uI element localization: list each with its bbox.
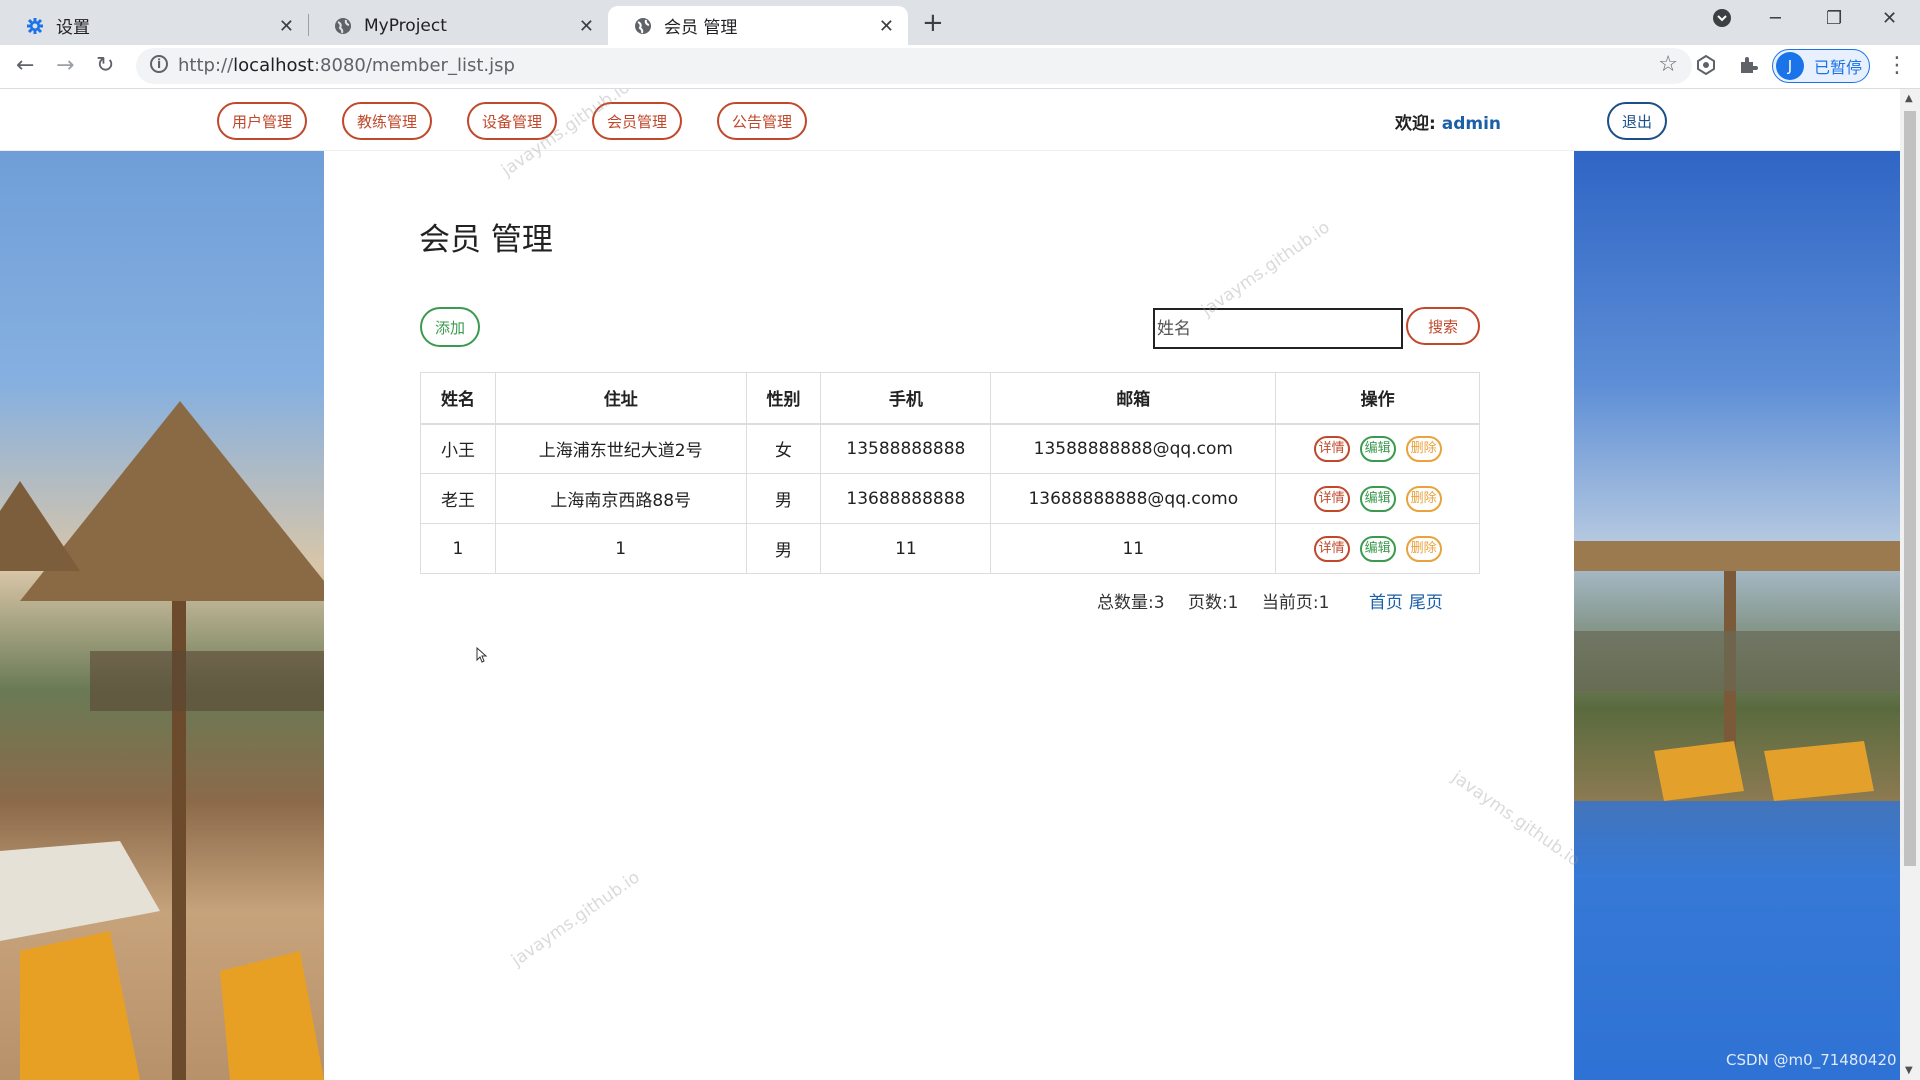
pagination: 总数量:3 页数:1 当前页:1 首页 尾页: [1097, 588, 1443, 613]
cell-name: 小王: [420, 423, 496, 474]
close-window-icon[interactable]: ✕: [1882, 8, 1897, 29]
puzzle-icon[interactable]: [1738, 55, 1758, 80]
reload-icon[interactable]: ↻: [96, 53, 114, 78]
current-page: 当前页:1: [1261, 593, 1330, 613]
cell-gender: 男: [745, 473, 822, 524]
gear-icon: [26, 17, 44, 35]
logout-button[interactable]: 退出: [1607, 102, 1667, 140]
avatar: J: [1776, 52, 1804, 80]
column-header-address: 住址: [494, 372, 747, 425]
detail-button[interactable]: 详情: [1313, 535, 1350, 562]
cell-actions: 详情 编辑 删除: [1275, 423, 1480, 474]
name-search-input[interactable]: [1153, 308, 1403, 349]
extension-icon[interactable]: [1696, 54, 1716, 80]
globe-icon: [634, 17, 652, 35]
profile-status: 已暂停: [1814, 58, 1863, 77]
search-button[interactable]: 搜索: [1406, 307, 1480, 345]
table-row: 小王 上海浦东世纪大道2号 女 13588888888 13588888888@…: [420, 423, 1480, 474]
page-viewport: 用户管理 教练管理 设备管理 会员管理 公告管理 欢迎: admin 退出 会员…: [0, 89, 1900, 1080]
column-header-email: 邮箱: [990, 372, 1277, 425]
more-menu-icon[interactable]: ⋮: [1886, 53, 1908, 78]
cell-address: 上海浦东世纪大道2号: [494, 423, 747, 474]
edit-button[interactable]: 编辑: [1359, 485, 1396, 512]
forward-icon[interactable]: →: [56, 53, 74, 78]
cell-name: 老王: [420, 473, 496, 524]
main-content: 会员 管理 添加 搜索 姓名 住址 性别 手机 邮箱 操作 小王: [324, 151, 1574, 1080]
site-info-icon[interactable]: i: [150, 55, 168, 73]
tab-title: MyProject: [364, 15, 447, 36]
tab-myproject[interactable]: MyProject ✕: [308, 6, 608, 45]
cell-phone: 11: [820, 523, 992, 574]
csdn-credit: CSDN @m0_71480420: [1726, 1051, 1897, 1069]
cell-phone: 13588888888: [820, 423, 992, 474]
table-header-row: 姓名 住址 性别 手机 邮箱 操作: [420, 372, 1480, 425]
cell-actions: 详情 编辑 删除: [1275, 473, 1480, 524]
add-member-button[interactable]: 添加: [420, 307, 480, 347]
column-header-actions: 操作: [1275, 372, 1480, 425]
cell-address: 1: [494, 523, 747, 574]
cell-email: 11: [990, 523, 1277, 574]
mouse-cursor-icon: [476, 646, 488, 666]
cell-gender: 男: [745, 523, 822, 574]
globe-icon: [334, 17, 352, 35]
url-text: http://localhost:8080/member_list.jsp: [178, 55, 515, 76]
tab-title: 设置: [56, 18, 90, 38]
tab-member-management[interactable]: 会员 管理 ✕: [608, 6, 908, 45]
cell-name: 1: [420, 523, 496, 574]
restore-icon[interactable]: ❐: [1826, 8, 1842, 29]
profile-button[interactable]: J 已暂停: [1772, 49, 1870, 83]
scrollbar-thumb[interactable]: [1904, 111, 1916, 866]
tab-settings[interactable]: 设置 ✕: [0, 6, 308, 45]
page-count: 页数:1: [1187, 593, 1239, 613]
column-header-name: 姓名: [420, 372, 496, 425]
browser-tab-strip: 设置 ✕ MyProject ✕ 会员 管理 ✕ + ─ ❐ ✕: [0, 0, 1920, 45]
username: admin: [1441, 114, 1502, 134]
tab-title: 会员 管理: [664, 18, 738, 38]
total-count: 总数量:3: [1097, 593, 1165, 613]
close-tab-icon[interactable]: ✕: [879, 16, 894, 37]
detail-button[interactable]: 详情: [1313, 485, 1350, 512]
cell-actions: 详情 编辑 删除: [1275, 523, 1480, 574]
new-tab-icon[interactable]: +: [922, 8, 944, 38]
nav-coach-management[interactable]: 教练管理: [342, 102, 432, 140]
member-table: 姓名 住址 性别 手机 邮箱 操作 小王 上海浦东世纪大道2号 女 135888…: [420, 372, 1480, 574]
close-tab-icon[interactable]: ✕: [279, 16, 294, 37]
minimize-icon[interactable]: ─: [1770, 8, 1781, 29]
page-title: 会员 管理: [419, 222, 553, 258]
back-icon[interactable]: ←: [16, 53, 34, 78]
nav-user-management[interactable]: 用户管理: [217, 102, 307, 140]
cell-phone: 13688888888: [820, 473, 992, 524]
detail-button[interactable]: 详情: [1313, 435, 1350, 462]
delete-button[interactable]: 删除: [1405, 535, 1442, 562]
page-scrollbar[interactable]: ▲ ▼: [1900, 89, 1920, 1080]
cell-email: 13588888888@qq.com: [990, 423, 1277, 474]
first-page-link[interactable]: 首页: [1369, 593, 1403, 613]
address-bar[interactable]: i http://localhost:8080/member_list.jsp …: [136, 48, 1692, 84]
close-tab-icon[interactable]: ✕: [579, 16, 594, 37]
scroll-down-icon[interactable]: ▼: [1905, 1065, 1913, 1076]
cell-address: 上海南京西路88号: [494, 473, 747, 524]
delete-button[interactable]: 删除: [1405, 485, 1442, 512]
edit-button[interactable]: 编辑: [1359, 535, 1396, 562]
edit-button[interactable]: 编辑: [1359, 435, 1396, 462]
cell-gender: 女: [745, 423, 822, 474]
bookmark-star-icon[interactable]: ☆: [1658, 52, 1678, 77]
background-image-right: [1574, 151, 1900, 1080]
cell-email: 13688888888@qq.como: [990, 473, 1277, 524]
column-header-gender: 性别: [745, 372, 822, 425]
scroll-up-icon[interactable]: ▲: [1905, 93, 1913, 104]
background-image-left: [0, 151, 340, 1080]
browser-toolbar: ← → ↻ i http://localhost:8080/member_lis…: [0, 45, 1920, 89]
nav-announcement-management[interactable]: 公告管理: [717, 102, 807, 140]
table-row: 1 1 男 11 11 详情 编辑 删除: [420, 523, 1480, 574]
tab-search-icon[interactable]: [1712, 8, 1732, 33]
last-page-link[interactable]: 尾页: [1409, 593, 1443, 613]
top-navigation: 用户管理 教练管理 设备管理 会员管理 公告管理 欢迎: admin 退出: [0, 89, 1900, 151]
welcome-text: 欢迎: admin: [1395, 114, 1502, 134]
delete-button[interactable]: 删除: [1405, 435, 1442, 462]
column-header-phone: 手机: [820, 372, 992, 425]
table-row: 老王 上海南京西路88号 男 13688888888 13688888888@q…: [420, 473, 1480, 524]
